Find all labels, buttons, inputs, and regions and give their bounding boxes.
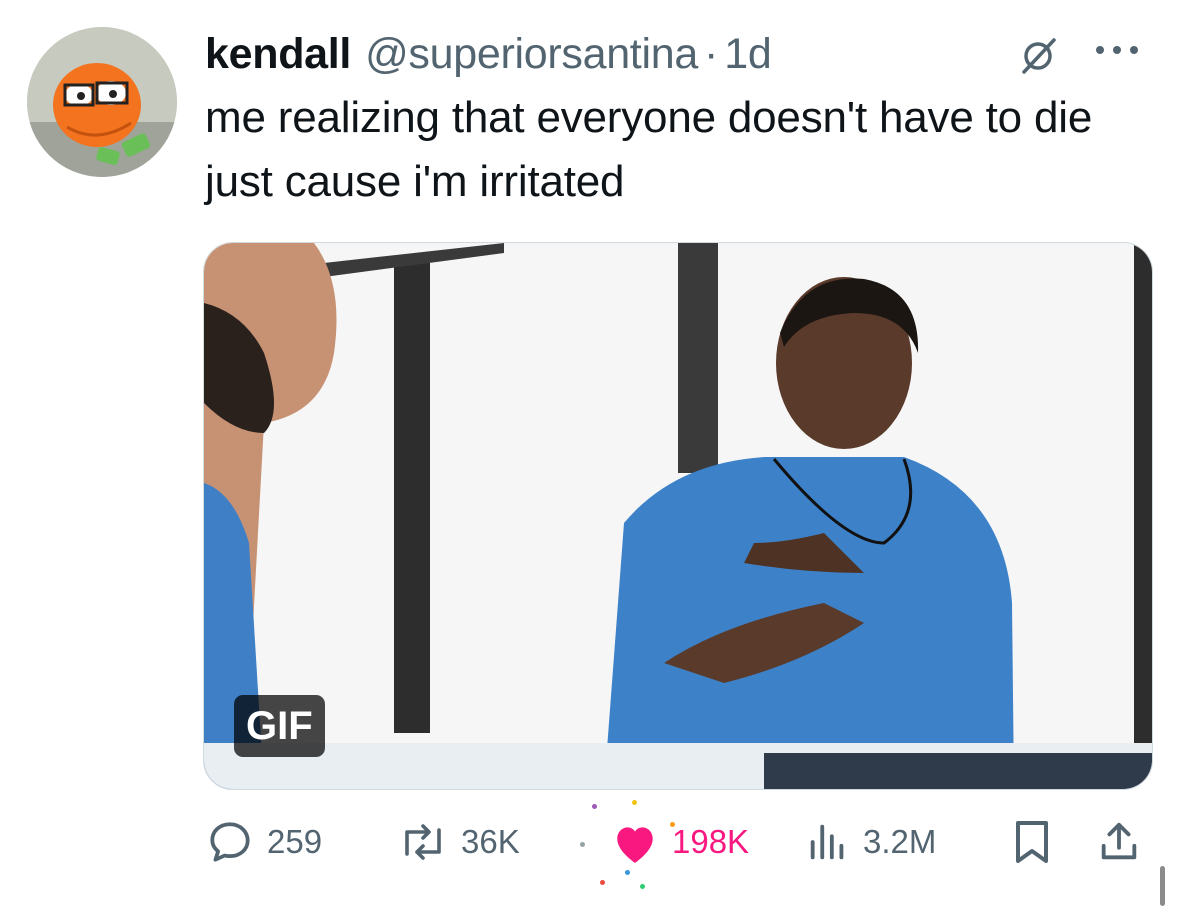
like-confetti (625, 870, 630, 875)
like-confetti (580, 842, 585, 847)
reply-button[interactable]: 259 (205, 814, 322, 870)
display-name[interactable]: kendall (205, 30, 351, 79)
tweet-header: kendall @superiorsantina · 1d (205, 26, 1075, 82)
action-bar: 259 36K 198K 3.2M (0, 800, 1179, 890)
scrollbar[interactable] (1160, 866, 1165, 906)
views-button[interactable]: 3.2M (805, 814, 936, 870)
like-confetti (640, 884, 645, 889)
bookmark-button[interactable] (1010, 814, 1066, 870)
like-button[interactable]: 198K (610, 814, 749, 870)
share-upload-icon (1101, 822, 1137, 860)
heart-filled-icon (617, 827, 653, 863)
repost-button[interactable]: 36K (397, 814, 520, 870)
repost-count: 36K (461, 823, 520, 860)
tweet-text: me realizing that everyone doesn't have … (205, 93, 1093, 206)
like-confetti (632, 800, 637, 805)
grok-icon[interactable] (1018, 36, 1058, 76)
bar-chart-icon (810, 824, 844, 860)
avatar-image (27, 27, 177, 177)
view-count: 3.2M (863, 823, 937, 860)
avatar[interactable] (27, 27, 177, 177)
separator-dot: · (703, 29, 719, 78)
gif-frame (204, 243, 1152, 789)
like-confetti (592, 804, 597, 809)
timestamp[interactable]: 1d (724, 30, 772, 79)
more-dots-icon[interactable] (1090, 30, 1144, 70)
like-count: 198K (672, 823, 750, 860)
gif-badge: GIF (234, 695, 325, 757)
share-button[interactable] (1096, 814, 1154, 870)
like-confetti (600, 880, 605, 885)
repost-arrows-icon (405, 824, 441, 860)
reply-bubble-icon (210, 822, 250, 862)
user-handle[interactable]: @superiorsantina (365, 30, 698, 79)
gif-media[interactable]: GIF (203, 242, 1153, 790)
reply-count: 259 (267, 823, 323, 860)
bookmark-icon (1016, 821, 1048, 863)
like-confetti (670, 822, 675, 827)
